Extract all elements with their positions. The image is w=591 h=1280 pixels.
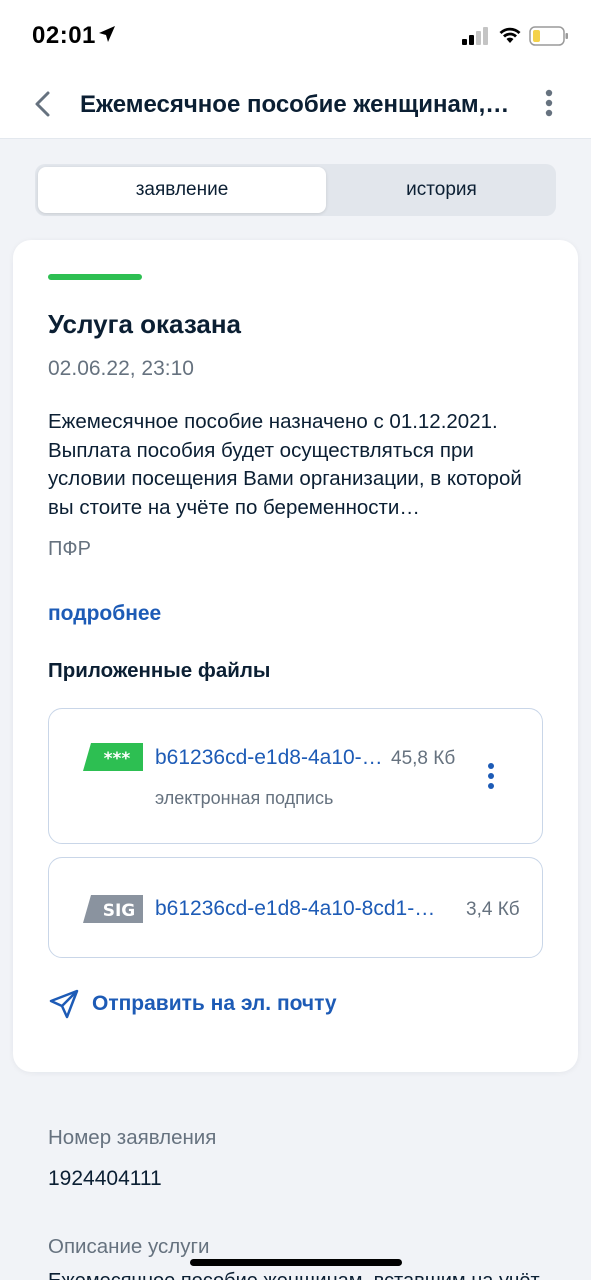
- home-indicator[interactable]: [190, 1259, 402, 1266]
- paper-plane-icon: [48, 988, 80, 1025]
- file-badge-icon: ***: [83, 743, 143, 776]
- more-details-link[interactable]: подробнее: [48, 602, 161, 626]
- page-title: Ежемесячное пособие женщинам, вставшим н…: [80, 91, 510, 118]
- file-size: 45,8 Кб: [391, 748, 456, 769]
- status-description: Ежемесячное пособие назначено с 01.12.20…: [48, 410, 522, 519]
- file-item-signature[interactable]: *** b61236cd-e1d8-4a10-8cd1-… 45,8 Кб эл…: [48, 708, 543, 844]
- wifi-icon: [498, 24, 522, 49]
- more-vertical-icon: [545, 89, 553, 117]
- tabs-switcher: заявление история: [35, 164, 556, 216]
- more-vertical-icon: [488, 763, 494, 789]
- status-date: 02.06.22, 23:10: [48, 357, 194, 380]
- status-card: Услуга оказана 02.06.22, 23:10 Ежемесячн…: [13, 240, 578, 1072]
- chevron-left-icon: [35, 91, 50, 117]
- file-badge-label: ***: [104, 749, 131, 769]
- file-badge-label: SIG: [103, 901, 136, 921]
- more-options-button[interactable]: [536, 88, 562, 120]
- status-bar: 02:01: [0, 0, 591, 70]
- file-menu-button[interactable]: [481, 762, 501, 792]
- location-arrow-icon: [98, 25, 116, 48]
- cellular-signal-icon: [462, 27, 490, 50]
- attached-files-heading: Приложенные файлы: [48, 659, 271, 682]
- send-email-label: Отправить на эл. почту: [92, 992, 337, 1015]
- status-time: 02:01: [32, 22, 96, 49]
- file-subtitle: электронная подпись: [155, 788, 334, 808]
- application-number-value: 1924404111: [48, 1167, 162, 1190]
- file-size: 3,4 Кб: [466, 899, 520, 920]
- back-button[interactable]: [28, 88, 60, 120]
- battery-icon: [529, 26, 569, 51]
- tab-history[interactable]: история: [330, 167, 553, 213]
- status-indicator-line: [48, 274, 142, 280]
- file-name[interactable]: b61236cd-e1d8-4a10-8cd1-…: [155, 897, 461, 921]
- service-description-text: Ежемесячное пособие женщинам, вставшим н…: [48, 1270, 548, 1280]
- status-title: Услуга оказана: [48, 309, 242, 339]
- file-item-sig[interactable]: SIG b61236cd-e1d8-4a10-8cd1-… 3,4 Кб: [48, 857, 543, 958]
- file-name[interactable]: b61236cd-e1d8-4a10-8cd1-…: [155, 746, 391, 770]
- file-badge-icon: SIG: [83, 895, 143, 928]
- application-number-label: Номер заявления: [48, 1126, 217, 1149]
- status-organization: ПФР: [48, 538, 91, 560]
- top-navigation: Ежемесячное пособие женщинам, вставшим н…: [0, 70, 591, 139]
- tab-application[interactable]: заявление: [38, 167, 326, 213]
- service-description-label: Описание услуги: [48, 1235, 210, 1258]
